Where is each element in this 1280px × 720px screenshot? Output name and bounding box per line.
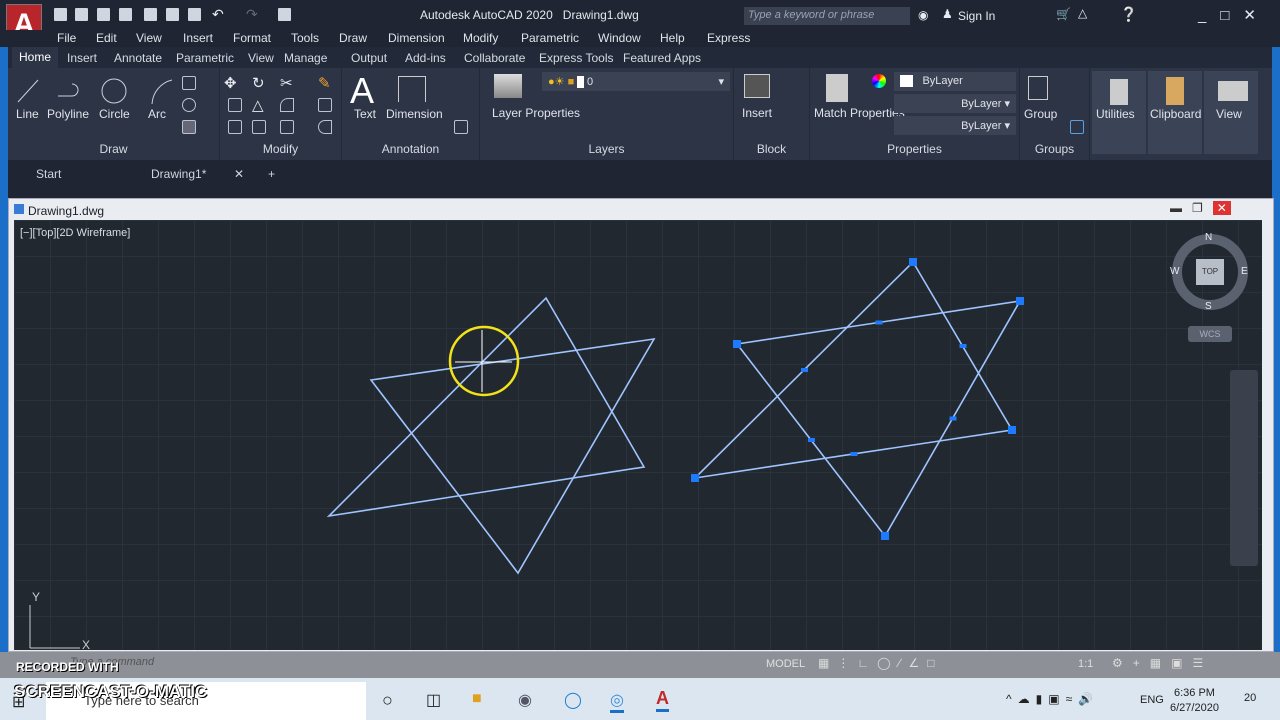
star-triangle[interactable]: [692, 260, 1014, 480]
screencast-icon[interactable]: ◎: [610, 690, 624, 713]
task-view-icon[interactable]: ◫: [426, 690, 441, 710]
wcs-menu[interactable]: WCS: [1188, 326, 1232, 342]
viewcube-top[interactable]: TOP: [1196, 259, 1224, 285]
file-explorer-icon[interactable]: ■: [472, 690, 482, 708]
star-triangle[interactable]: [735, 299, 1022, 538]
clock-date: 6/27/2020: [1170, 702, 1219, 714]
compass-east[interactable]: E: [1241, 266, 1248, 277]
ucs-y-label: Y: [32, 590, 41, 604]
star-triangle[interactable]: [369, 337, 656, 575]
drawing-geometry: [29, 258, 1024, 649]
compass-north[interactable]: N: [1205, 232, 1212, 243]
model-space-button[interactable]: MODEL: [766, 658, 805, 670]
system-tray-icons[interactable]: ^☁▮▣≈🔊: [1006, 692, 1099, 706]
annotation-scale[interactable]: 1:1: [1078, 658, 1093, 670]
edge-icon[interactable]: ◯: [564, 690, 582, 710]
midpoint-grip[interactable]: [949, 416, 957, 421]
midpoint-grip[interactable]: [801, 368, 808, 372]
autocad-taskbar-icon[interactable]: A: [656, 688, 669, 712]
midpoint-grip[interactable]: [808, 438, 815, 442]
camera-icon[interactable]: ◉: [518, 690, 532, 710]
grip[interactable]: [1008, 426, 1016, 434]
ucs-x-label: X: [82, 638, 91, 652]
watermark-logo: SCREENCAST-O-MATIC: [14, 682, 208, 701]
midpoint-grip[interactable]: [850, 452, 858, 456]
grip[interactable]: [1016, 297, 1024, 305]
midpoint-grip[interactable]: [959, 344, 967, 348]
grip[interactable]: [733, 340, 741, 348]
compass-south[interactable]: S: [1205, 301, 1212, 312]
cortana-icon[interactable]: ○: [382, 690, 393, 711]
language-indicator[interactable]: ENG: [1140, 694, 1164, 706]
grip[interactable]: [881, 532, 889, 540]
notifications-badge[interactable]: 20: [1244, 692, 1256, 704]
star-triangle[interactable]: [326, 296, 646, 518]
watermark-recorded-with: RECORDED WITH: [16, 660, 119, 674]
midpoint-grip[interactable]: [875, 320, 883, 325]
clock[interactable]: 6:36 PM 6/27/2020: [1170, 686, 1219, 716]
grip[interactable]: [691, 474, 699, 482]
compass-west[interactable]: W: [1170, 266, 1179, 277]
grip[interactable]: [909, 258, 917, 266]
status-toggles[interactable]: ▦⋮∟◯∕∠□: [818, 656, 943, 670]
clock-time: 6:36 PM: [1173, 687, 1215, 699]
navigation-bar[interactable]: [1230, 370, 1258, 566]
status-tools[interactable]: ⚙+▦▣☰: [1112, 656, 1213, 670]
